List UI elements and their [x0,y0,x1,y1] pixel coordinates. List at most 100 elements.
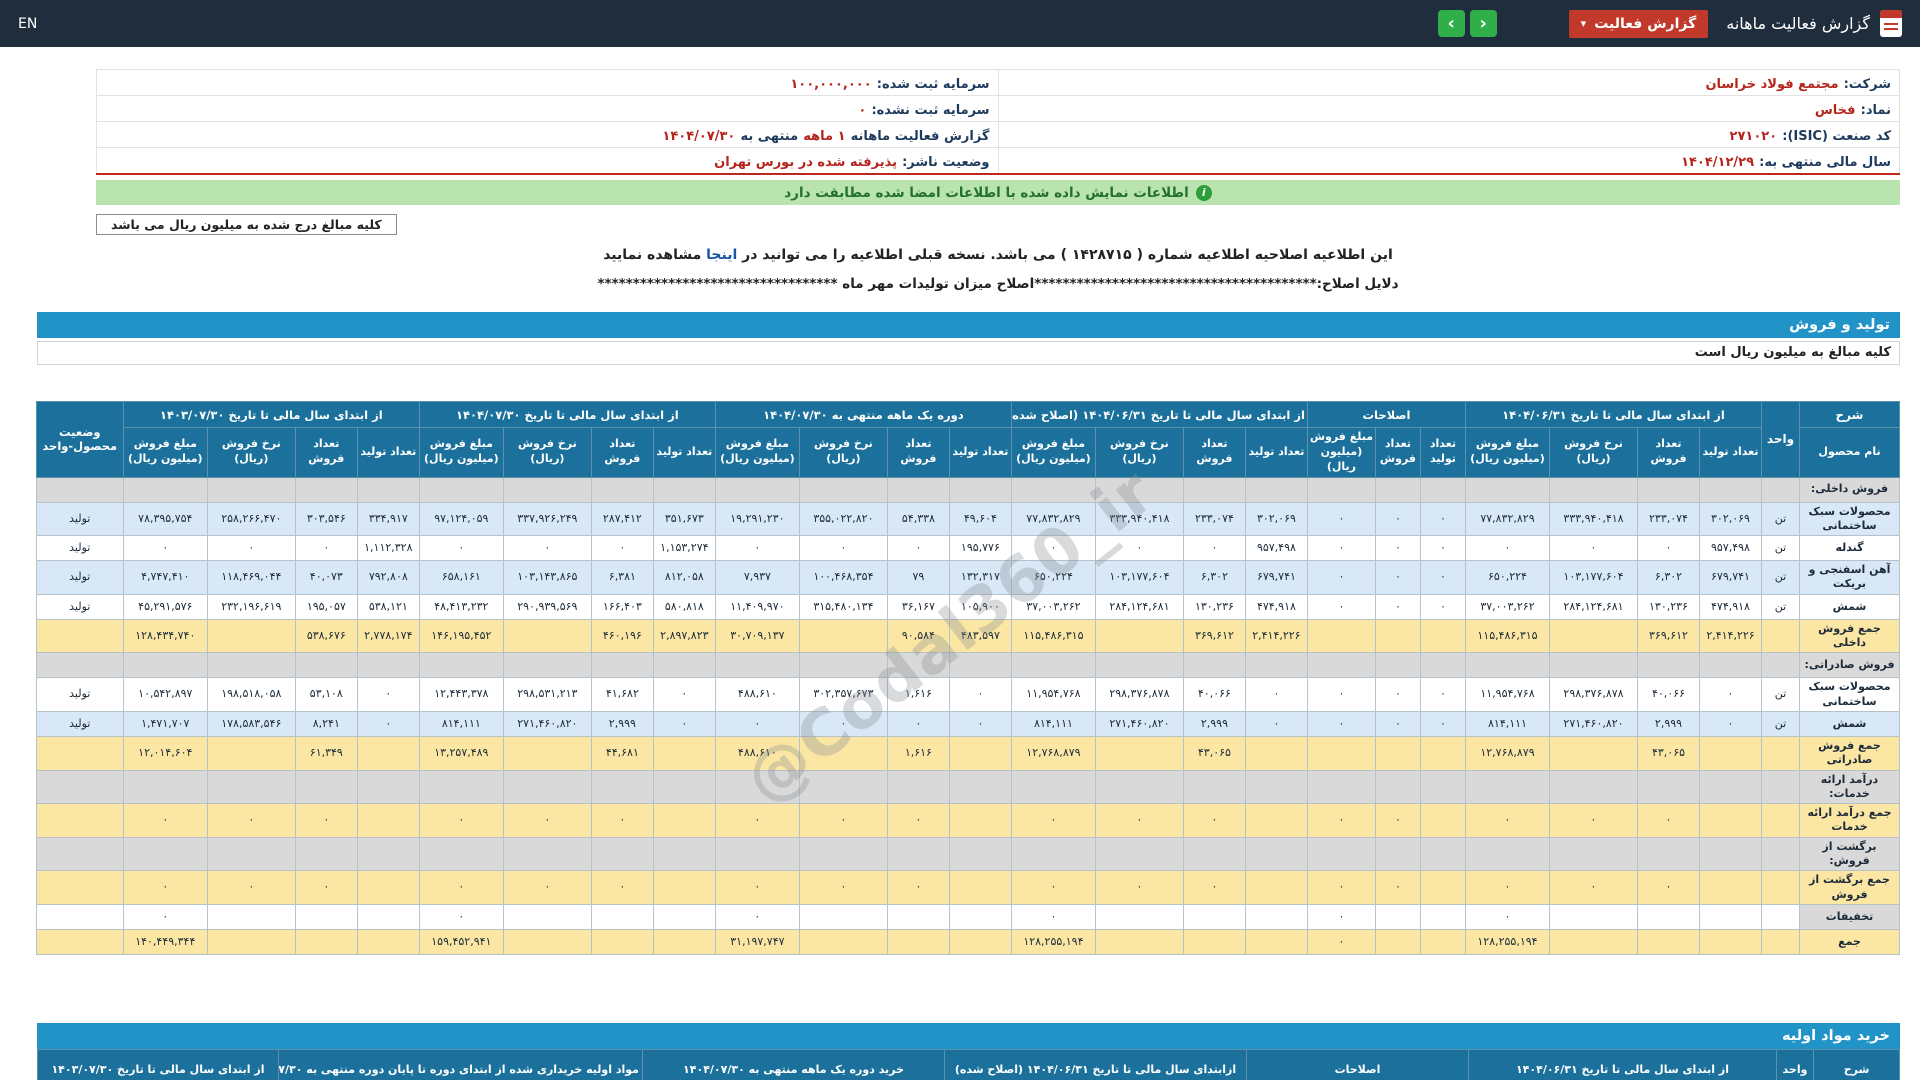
value-cell [653,653,715,678]
info-value: ۱۴۰۴/۰۷/۳۰ [662,129,735,144]
value-cell [1183,929,1245,954]
value-cell [357,871,419,905]
previous-announcement-link[interactable]: اینجا [706,247,737,263]
value-cell [1245,837,1307,871]
status-cell [36,837,123,871]
col-sub-header: مبلغ فروش (میلیون ریال) [1465,428,1549,478]
value-cell: ۳۳۳,۹۴۰,۴۱۸ [1550,502,1638,536]
value-cell [1420,804,1465,838]
value-cell [1550,619,1638,653]
status-cell [36,871,123,905]
value-cell [1095,770,1183,804]
value-cell [949,804,1011,838]
value-cell: ۱,۶۱۶ [887,678,949,712]
value-cell [653,904,715,929]
value-cell: ۴۸۳,۵۹۷ [949,619,1011,653]
value-cell [1307,477,1375,502]
product-name-cell: جمع برگشت از فروش [1800,871,1900,905]
value-cell: ۰ [1420,561,1465,595]
col-sub-header: نرخ فروش (ریال) [1550,428,1638,478]
value-cell [799,837,887,871]
value-cell [1011,837,1095,871]
value-cell [799,477,887,502]
value-cell: ۳۰۲,۳۵۷,۶۷۳ [799,678,887,712]
value-cell: ۰ [1420,711,1465,736]
info-value: ۲۷۱۰۲۰ [1730,129,1778,144]
value-cell [357,736,419,770]
value-cell [1375,736,1420,770]
product-name-cell: جمع درآمد ارائه خدمات [1800,804,1900,838]
value-cell: ۳۵۵,۰۲۲,۸۲۰ [799,502,887,536]
value-cell: ۰ [715,711,799,736]
info-label: سرمایه ثبت شده: [877,77,990,92]
product-name-cell: گندله [1800,536,1900,561]
previous-report-button[interactable]: ‹ [1470,10,1497,37]
info-value: پذیرفته شده در بورس تهران [714,155,897,170]
value-cell [295,837,357,871]
info-cell-listing-status: وضعیت ناشر: پذیرفته شده در بورس تهران [97,148,999,175]
unit-cell: تن [1762,502,1800,536]
value-cell: ۰ [503,536,591,561]
value-cell [1700,477,1762,502]
value-cell: ۲۸۷,۴۱۲ [591,502,653,536]
product-name-cell: محصولات سبک ساختمانی [1800,678,1900,712]
value-cell: ۴۰,۰۶۶ [1638,678,1700,712]
value-cell [1245,904,1307,929]
col-group-header: اصلاحات [1307,402,1465,428]
col-sub-header: نرخ فروش (ریال) [503,428,591,478]
value-cell: ۰ [1638,871,1700,905]
value-cell [591,904,653,929]
value-cell [1183,837,1245,871]
value-cell: ۰ [1245,678,1307,712]
product-name-cell: محصولات سبک ساختمانی [1800,502,1900,536]
value-cell [1465,653,1549,678]
value-cell [799,619,887,653]
value-cell: ۱۲,۴۴۳,۳۷۸ [419,678,503,712]
value-cell: ۳۳۳,۹۴۰,۴۱۸ [1095,502,1183,536]
col-sub-header: تعداد تولید [1420,428,1465,478]
table-row: محصولات سبک ساختمانیتن۰۴۰,۰۶۶۲۹۸,۳۷۶,۸۷۸… [36,678,1899,712]
value-cell: ۶۵۰,۲۲۴ [1011,561,1095,595]
value-cell: ۰ [1420,594,1465,619]
value-cell [1183,770,1245,804]
value-cell: ۱,۱۵۳,۲۷۴ [653,536,715,561]
value-cell [653,770,715,804]
value-cell [1638,653,1700,678]
status-cell [36,770,123,804]
value-cell [1420,736,1465,770]
value-cell [1095,619,1183,653]
report-calendar-icon [1880,10,1902,37]
value-cell: ۲۳۳,۰۷۴ [1183,502,1245,536]
value-cell: ۰ [1307,904,1375,929]
col-group-header: از ابتدای سال مالی تا تاریخ ۱۴۰۳/۰۷/۳۰ [123,402,419,428]
value-cell: ۰ [1307,502,1375,536]
col-sub-header: تعداد تولید [1245,428,1307,478]
value-cell: ۷۸,۳۹۵,۷۵۴ [123,502,207,536]
value-cell: ۶۵۰,۲۲۴ [1465,561,1549,595]
next-report-button[interactable]: › [1438,10,1465,37]
language-toggle-en[interactable]: EN [18,16,37,32]
status-cell [36,804,123,838]
report-type-dropdown[interactable]: گزارش فعالیت ▾ [1569,10,1709,38]
value-cell: ۱۴۰,۴۴۹,۳۴۴ [123,929,207,954]
col-sub-header: نرخ فروش (ریال) [1095,428,1183,478]
value-cell [887,770,949,804]
value-cell: ۴۸۸,۶۱۰ [715,736,799,770]
value-cell: ۱۹,۲۹۱,۲۳۰ [715,502,799,536]
value-cell [419,770,503,804]
col-sub-header: تعداد تولید [949,428,1011,478]
value-cell [295,477,357,502]
value-cell [1550,929,1638,954]
value-cell: ۵۳۸,۶۷۶ [295,619,357,653]
value-cell: ۲,۸۹۷,۸۲۳ [653,619,715,653]
report-nav-arrows: ‹ › [1438,10,1497,37]
value-cell: ۶,۳۰۲ [1183,561,1245,595]
value-cell: ۸۱۴,۱۱۱ [1465,711,1549,736]
value-cell: ۴,۷۴۷,۴۱۰ [123,561,207,595]
value-cell: ۱۷۸,۵۸۳,۵۴۶ [207,711,295,736]
value-cell [799,653,887,678]
info-row: سال مالی منتهی به: ۱۴۰۴/۱۲/۲۹ وضعیت ناشر… [97,148,1900,175]
value-cell: ۲,۴۱۴,۲۲۶ [1245,619,1307,653]
value-cell: ۰ [1011,904,1095,929]
col-group-header: از ابتدای سال مالی تا تاریخ ۱۴۰۴/۰۶/۳۱ (… [1011,402,1307,428]
